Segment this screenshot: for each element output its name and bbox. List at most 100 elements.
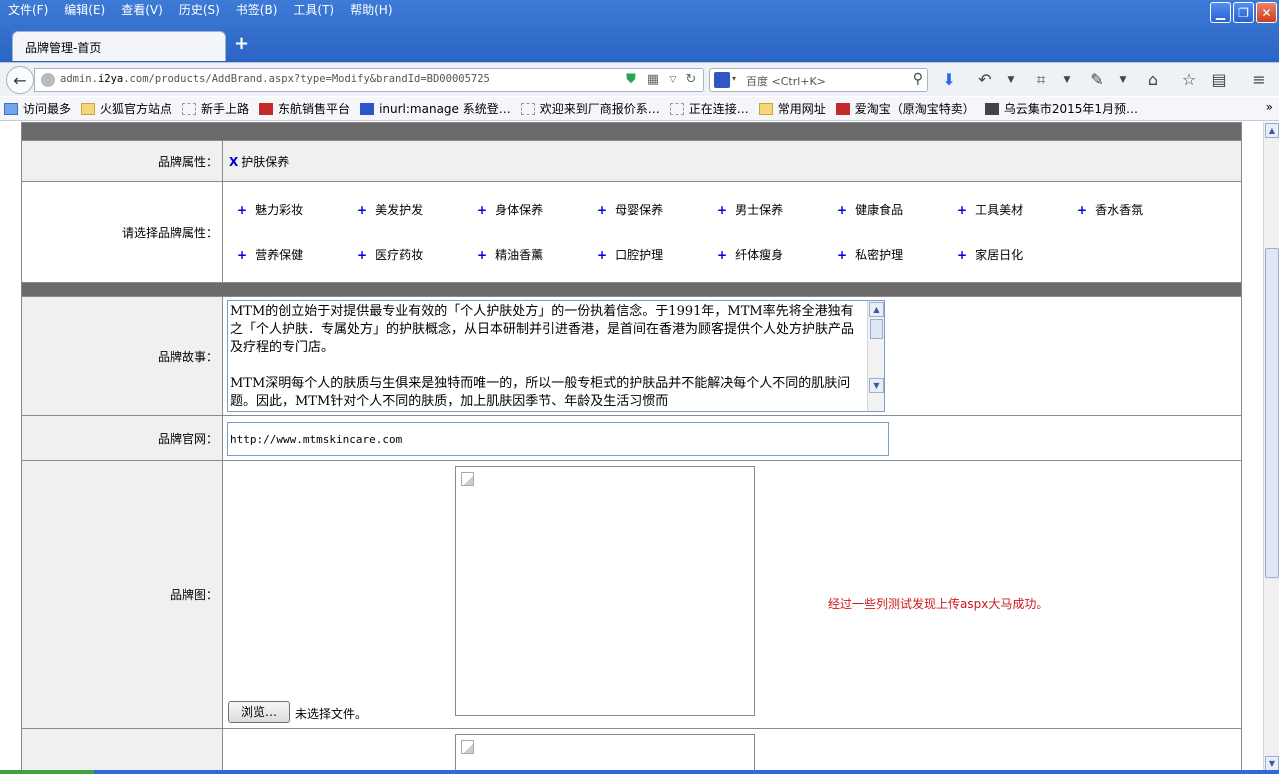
scroll-down-icon[interactable]: ▼	[869, 378, 884, 393]
plus-icon: +	[357, 203, 368, 217]
bookmark-item[interactable]: 火狐官方站点	[81, 100, 172, 117]
attr-option[interactable]: + 纤体瘦身	[717, 246, 837, 263]
shield-icon[interactable]: ⛊	[623, 72, 639, 88]
tab-active[interactable]: 品牌管理-首页	[12, 31, 226, 61]
upload-note: 经过一些列测试发现上传aspx大马成功。	[828, 597, 1049, 611]
hamburger-menu-icon[interactable]: ≡	[1248, 70, 1270, 90]
plus-icon: +	[237, 248, 248, 262]
attr-option[interactable]: + 口腔护理	[597, 246, 717, 263]
bookmark-item[interactable]: 常用网址	[758, 100, 826, 117]
bookmark-item[interactable]: 东航销售平台	[259, 100, 350, 117]
broken-image-icon	[461, 740, 474, 754]
scroll-up-icon[interactable]: ▲	[1265, 123, 1279, 138]
site-url-input[interactable]	[227, 422, 889, 456]
scroll-down-icon[interactable]: ▼	[1265, 756, 1279, 771]
remove-attr-button[interactable]: X	[229, 155, 238, 169]
crop-dropdown-icon[interactable]: ▼	[1056, 70, 1078, 90]
attr-option[interactable]: + 精油香薰	[477, 246, 597, 263]
site-label: 品牌官网：	[21, 415, 223, 461]
engine-dropdown-icon[interactable]: ▾	[732, 74, 736, 83]
page-content: 品牌属性： X 护肤保养 请选择品牌属性： + 魅力彩妆 + 美发护发 + 身体保养 +…	[0, 122, 1263, 774]
undo-dropdown-icon[interactable]: ▼	[1000, 70, 1022, 90]
back-button[interactable]: ←	[6, 66, 34, 94]
undo-icon[interactable]: ↶	[974, 70, 996, 90]
menu-history[interactable]: 历史(S)	[171, 0, 228, 20]
address-bar[interactable]: admin.i2ya.com/products/AddBrand.aspx?ty…	[34, 68, 704, 92]
attr-option[interactable]: + 男士保养	[717, 201, 837, 218]
taskbar-edge	[0, 770, 1279, 774]
menu-bookmarks[interactable]: 书签(B)	[228, 0, 286, 20]
search-icon[interactable]: ⚲	[913, 71, 923, 87]
section-divider	[21, 122, 1242, 141]
pic-label: 品牌图：	[21, 460, 223, 729]
attr-option[interactable]: + 营养保健	[237, 246, 357, 263]
crop-icon[interactable]: ⌗	[1030, 70, 1052, 90]
attr-option[interactable]: + 美发护发	[357, 201, 477, 218]
site-identity-icon[interactable]	[41, 73, 55, 87]
scroll-up-icon[interactable]: ▲	[869, 302, 884, 317]
qr-code-icon[interactable]: ▦	[645, 72, 661, 88]
menu-edit[interactable]: 编辑(E)	[56, 0, 113, 20]
brand-form-table: 品牌属性： X 护肤保养 请选择品牌属性： + 魅力彩妆 + 美发护发 + 身体保养 +…	[21, 122, 1242, 774]
attr-options: + 魅力彩妆 + 美发护发 + 身体保养 + 母婴保养 + 男士保养 + 健康食品 + 工具美…	[223, 187, 1241, 277]
new-tab-button[interactable]: +	[234, 34, 249, 54]
scroll-thumb[interactable]	[1265, 248, 1279, 578]
attr-option[interactable]: + 魅力彩妆	[237, 201, 357, 218]
plus-icon: +	[717, 248, 728, 262]
plus-icon: +	[477, 203, 488, 217]
reading-list-icon[interactable]: ▤	[1208, 70, 1230, 90]
window-titlebar: 文件(F) 编辑(E) 查看(V) 历史(S) 书签(B) 工具(T) 帮助(H…	[0, 0, 1279, 64]
bookmark-item[interactable]: 乌云集市2015年1月预…	[984, 100, 1138, 117]
search-bar[interactable]: ▾ 百度 <Ctrl+K> ⚲	[709, 68, 928, 92]
menu-file[interactable]: 文件(F)	[0, 0, 56, 20]
bookmark-item[interactable]: 新手上路	[182, 100, 249, 117]
close-button[interactable]: ✕	[1256, 2, 1277, 23]
reload-icon[interactable]: ↻	[683, 72, 699, 88]
bookmarks-overflow-button[interactable]: »	[1266, 100, 1273, 114]
download-icon[interactable]: ⬇	[938, 70, 960, 90]
bookmark-item[interactable]: inurl:manage 系统登…	[360, 100, 511, 117]
plus-icon: +	[237, 203, 248, 217]
scroll-thumb[interactable]	[870, 319, 883, 339]
bookmark-item[interactable]: 正在连接…	[669, 100, 749, 117]
brand-attr-label: 品牌属性：	[21, 140, 223, 182]
story-textarea[interactable]: MTM的创立始于对提供最专业有效的「个人护肤处方」的一份执着信念。于1991年，…	[227, 300, 885, 412]
folder-icon	[758, 102, 773, 115]
attr-option[interactable]: + 家居日化	[957, 246, 1077, 263]
menu-bar: 文件(F) 编辑(E) 查看(V) 历史(S) 书签(B) 工具(T) 帮助(H…	[0, 0, 401, 20]
menu-help[interactable]: 帮助(H)	[342, 0, 400, 20]
minimize-button[interactable]: ▁	[1210, 2, 1231, 23]
wooyun-icon	[984, 102, 999, 115]
selected-attr: 护肤保养	[241, 154, 290, 169]
textarea-scrollbar[interactable]: ▲ ▼	[867, 301, 884, 411]
home-icon[interactable]: ⌂	[1142, 70, 1164, 90]
row-brand-story: 品牌故事： MTM的创立始于对提供最专业有效的「个人护肤处方」的一份执着信念。于…	[21, 296, 1242, 416]
attr-option[interactable]: + 健康食品	[837, 201, 957, 218]
attr-option[interactable]: + 身体保养	[477, 201, 597, 218]
attr-option[interactable]: + 母婴保养	[597, 201, 717, 218]
bookmark-icon	[4, 102, 18, 115]
baidu-engine-icon[interactable]	[714, 72, 730, 88]
addon-icon[interactable]: ✎	[1086, 70, 1108, 90]
bookmark-star-icon[interactable]: ☆	[1178, 70, 1200, 90]
bookmark-item[interactable]: 爱淘宝（原淘宝特卖）	[835, 100, 975, 117]
plus-icon: +	[1077, 203, 1088, 217]
attr-option[interactable]: + 私密护理	[837, 246, 957, 263]
attr-option[interactable]: + 医疗药妆	[357, 246, 477, 263]
attr-option[interactable]: + 工具美材	[957, 201, 1077, 218]
addon-dropdown-icon[interactable]: ▼	[1112, 70, 1134, 90]
menu-tools[interactable]: 工具(T)	[285, 0, 342, 20]
dropdown-arrow-icon[interactable]: ▽	[665, 72, 681, 88]
menu-view[interactable]: 查看(V)	[113, 0, 171, 20]
brand-image-preview	[455, 466, 755, 716]
bookmark-item[interactable]: 欢迎来到厂商报价系…	[520, 100, 660, 117]
attr-option[interactable]: + 香水香氛	[1077, 201, 1197, 218]
url-text[interactable]: admin.i2ya.com/products/AddBrand.aspx?ty…	[60, 73, 490, 85]
second-image-preview	[455, 734, 755, 774]
page-scrollbar[interactable]: ▲ ▼	[1263, 122, 1279, 774]
plus-icon: +	[597, 248, 608, 262]
bookmark-item[interactable]: 访问最多	[4, 100, 71, 117]
maximize-button[interactable]: ❐	[1233, 2, 1254, 23]
browse-button[interactable]: 浏览…	[228, 701, 290, 723]
file-status: 未选择文件。	[295, 707, 368, 721]
